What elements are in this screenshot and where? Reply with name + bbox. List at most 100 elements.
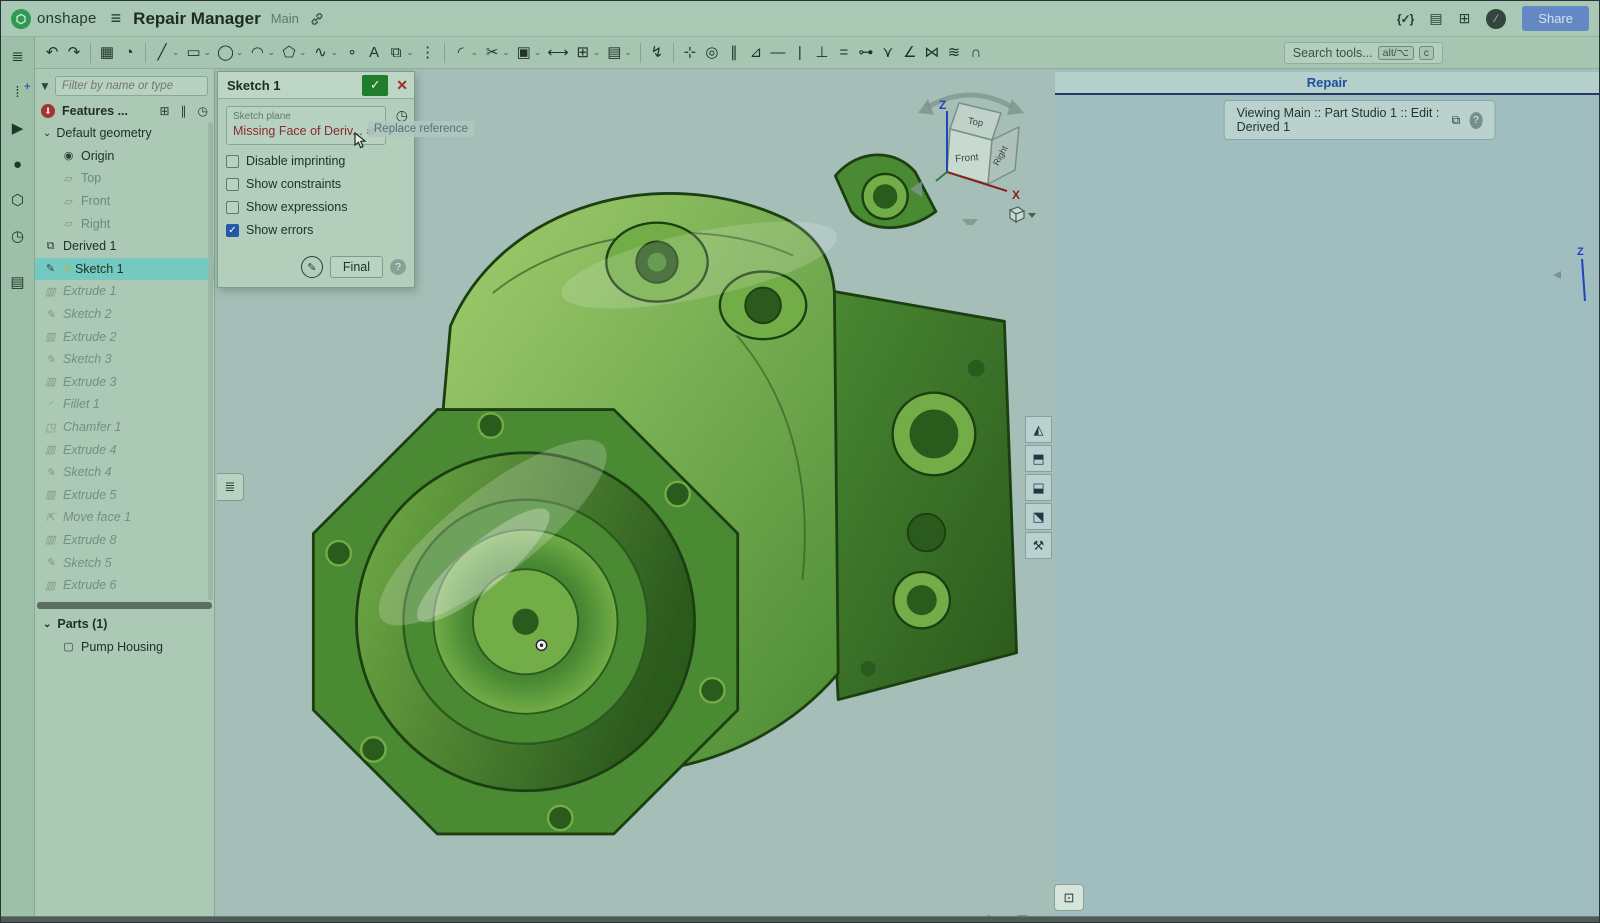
viewing-help-icon[interactable]: ?: [1469, 112, 1482, 129]
regen-time-icon[interactable]: ◷: [198, 104, 208, 118]
open-external-icon[interactable]: ⧉: [1452, 113, 1461, 128]
feature-sketch-1[interactable]: ✎⚠Sketch 1: [35, 258, 214, 281]
comments-icon[interactable]: ●: [4, 150, 32, 178]
construction-tool-icon[interactable]: ⋮: [417, 40, 439, 66]
feature-list-flyout-handle[interactable]: ≣: [217, 473, 244, 501]
feature-top[interactable]: ▱Top: [35, 167, 214, 190]
feature-extrude-3[interactable]: ▥Extrude 3: [35, 371, 214, 394]
checkbox-disable-imprinting[interactable]: Disable imprinting: [226, 154, 406, 168]
feature-origin[interactable]: ◉Origin: [35, 145, 214, 168]
insert-dwg-icon[interactable]: ◔: [118, 40, 140, 66]
export-tool-icon[interactable]: ▤⌄: [603, 40, 635, 66]
concentric-constraint-icon[interactable]: ◎: [701, 40, 723, 66]
feature-chamfer-1[interactable]: ◳Chamfer 1: [35, 416, 214, 439]
final-button[interactable]: Final: [330, 256, 383, 278]
versions-icon[interactable]: ⁞+: [4, 78, 32, 106]
repair-toolbox-icon[interactable]: ⚒: [1025, 532, 1052, 559]
midpoint-constraint-icon[interactable]: ⊶: [855, 40, 877, 66]
perpendicular-constraint-icon[interactable]: ⊥: [811, 40, 833, 66]
feature-sketch-4[interactable]: ✎Sketch 4: [35, 461, 214, 484]
point-tool-icon[interactable]: ∘: [341, 40, 363, 66]
fix-constraint-icon[interactable]: ≋: [943, 40, 965, 66]
transform-tool-icon[interactable]: ↯: [646, 40, 668, 66]
feature-sketch-2[interactable]: ✎Sketch 2: [35, 303, 214, 326]
pierce-constraint-icon[interactable]: ∠: [899, 40, 921, 66]
feature-extrude-4[interactable]: ▥Extrude 4: [35, 438, 214, 461]
feature-front[interactable]: ▱Front: [35, 190, 214, 213]
normal-constraint-icon[interactable]: ⋎: [877, 40, 899, 66]
tree-vertical-scrollbar[interactable]: [208, 122, 213, 600]
dimension-tool-icon[interactable]: ⟷: [544, 40, 572, 66]
repair-analyze-tool-icon[interactable]: ◭: [1025, 416, 1052, 443]
feature-extrude-2[interactable]: ▥Extrude 2: [35, 325, 214, 348]
checkbox-show-errors[interactable]: ✓Show errors: [226, 223, 406, 237]
spline-tool-icon[interactable]: ∿⌄: [310, 40, 342, 66]
history-icon[interactable]: ◷: [4, 222, 32, 250]
trim-tool-icon[interactable]: ✂⌄: [481, 40, 513, 66]
feature-extrude-1[interactable]: ▥Extrude 1: [35, 280, 214, 303]
feature-fillet-1[interactable]: ◜Fillet 1: [35, 393, 214, 416]
parallel-constraint-icon[interactable]: ∥: [723, 40, 745, 66]
circle-tool-icon[interactable]: ◯⌄: [214, 40, 246, 66]
feature-move-face-1[interactable]: ⇱Move face 1: [35, 506, 214, 529]
insert-image-icon[interactable]: ▦: [96, 40, 118, 66]
checklist-icon[interactable]: ▤: [4, 268, 32, 296]
text-tool-icon[interactable]: A: [363, 40, 385, 66]
dialog-confirm-button[interactable]: ✓: [362, 75, 388, 96]
feature-default-geometry[interactable]: ⌄Default geometry: [35, 122, 214, 145]
feature-extrude-8[interactable]: ▥Extrude 8: [35, 529, 214, 552]
horizontal-constraint-icon[interactable]: —: [767, 40, 789, 66]
copy-tool-icon[interactable]: ▣⌄: [513, 40, 545, 66]
fillet-tool-icon[interactable]: ◜⌄: [450, 40, 482, 66]
filter-input[interactable]: [55, 76, 208, 96]
suspend-icon[interactable]: ∥: [181, 104, 187, 118]
feature-extrude-5[interactable]: ▥Extrude 5: [35, 484, 214, 507]
feature-list-icon[interactable]: ≣: [4, 42, 32, 70]
add-folder-icon[interactable]: ⊞: [159, 104, 169, 118]
vertical-constraint-icon[interactable]: |: [789, 40, 811, 66]
rectangle-tool-icon[interactable]: ▭⌄: [183, 40, 215, 66]
coincident-constraint-icon[interactable]: ⊹: [679, 40, 701, 66]
feature-derived-1[interactable]: ⧉Derived 1: [35, 235, 214, 258]
equal-constraint-icon[interactable]: =: [833, 40, 855, 66]
feature-sketch-3[interactable]: ✎Sketch 3: [35, 348, 214, 371]
main-menu-icon[interactable]: ≡: [111, 8, 122, 29]
curvature-constraint-icon[interactable]: ∩: [965, 40, 987, 66]
follow-mode-icon[interactable]: ▶: [4, 114, 32, 142]
redo-icon[interactable]: ↷: [63, 40, 85, 66]
help-icon[interactable]: ∕: [1486, 9, 1506, 29]
polygon-tool-icon[interactable]: ⬠⌄: [278, 40, 310, 66]
repair-compare-tool-icon[interactable]: ⬒: [1025, 445, 1052, 472]
undo-icon[interactable]: ↶: [41, 40, 63, 66]
filter-icon[interactable]: ▼: [39, 79, 51, 93]
apps-icon[interactable]: ⊞: [1459, 10, 1471, 27]
arc-tool-icon[interactable]: ◠⌄: [246, 40, 278, 66]
viewport-settings-button[interactable]: ⊡: [1054, 884, 1084, 911]
rollback-icon[interactable]: ⬇: [41, 104, 55, 118]
featurescript-icon[interactable]: {✓}: [1397, 12, 1413, 26]
bom-icon[interactable]: ▤: [1429, 10, 1442, 27]
share-button[interactable]: Share: [1522, 6, 1589, 31]
checkbox-unchecked-icon[interactable]: [226, 201, 239, 214]
pattern-tool-icon[interactable]: ⊞⌄: [572, 40, 604, 66]
insert-3d-icon[interactable]: ⬡: [4, 186, 32, 214]
search-tools-field[interactable]: Search tools... alt/⌥ c: [1284, 42, 1443, 64]
tangent-constraint-icon[interactable]: ⊿: [745, 40, 767, 66]
tree-horizontal-scrollbar[interactable]: [37, 602, 212, 609]
dialog-help-icon[interactable]: ?: [390, 259, 406, 275]
repair-source-tool-icon[interactable]: ⬓: [1025, 474, 1052, 501]
symmetry-constraint-icon[interactable]: ⋈: [921, 40, 943, 66]
repair-edit-tool-icon[interactable]: ⬔: [1025, 503, 1052, 530]
checkbox-show-constraints[interactable]: Show constraints: [226, 177, 406, 191]
checkbox-unchecked-icon[interactable]: [226, 178, 239, 191]
feature-sketch-5[interactable]: ✎Sketch 5: [35, 551, 214, 574]
feature-right[interactable]: ▱Right: [35, 212, 214, 235]
parts-section-header[interactable]: ⌄ Parts (1): [35, 613, 214, 635]
sketch-mode-icon[interactable]: ✎: [301, 256, 323, 278]
dialog-cancel-button[interactable]: ✕: [394, 75, 410, 96]
checkbox-unchecked-icon[interactable]: [226, 155, 239, 168]
view-cube[interactable]: Top Front Right Z X: [906, 77, 1036, 225]
offset-tool-icon[interactable]: ⧉⌄: [385, 40, 417, 66]
line-tool-icon[interactable]: ╱⌄: [151, 40, 183, 66]
part-pump-housing[interactable]: ▢Pump Housing: [35, 635, 214, 658]
